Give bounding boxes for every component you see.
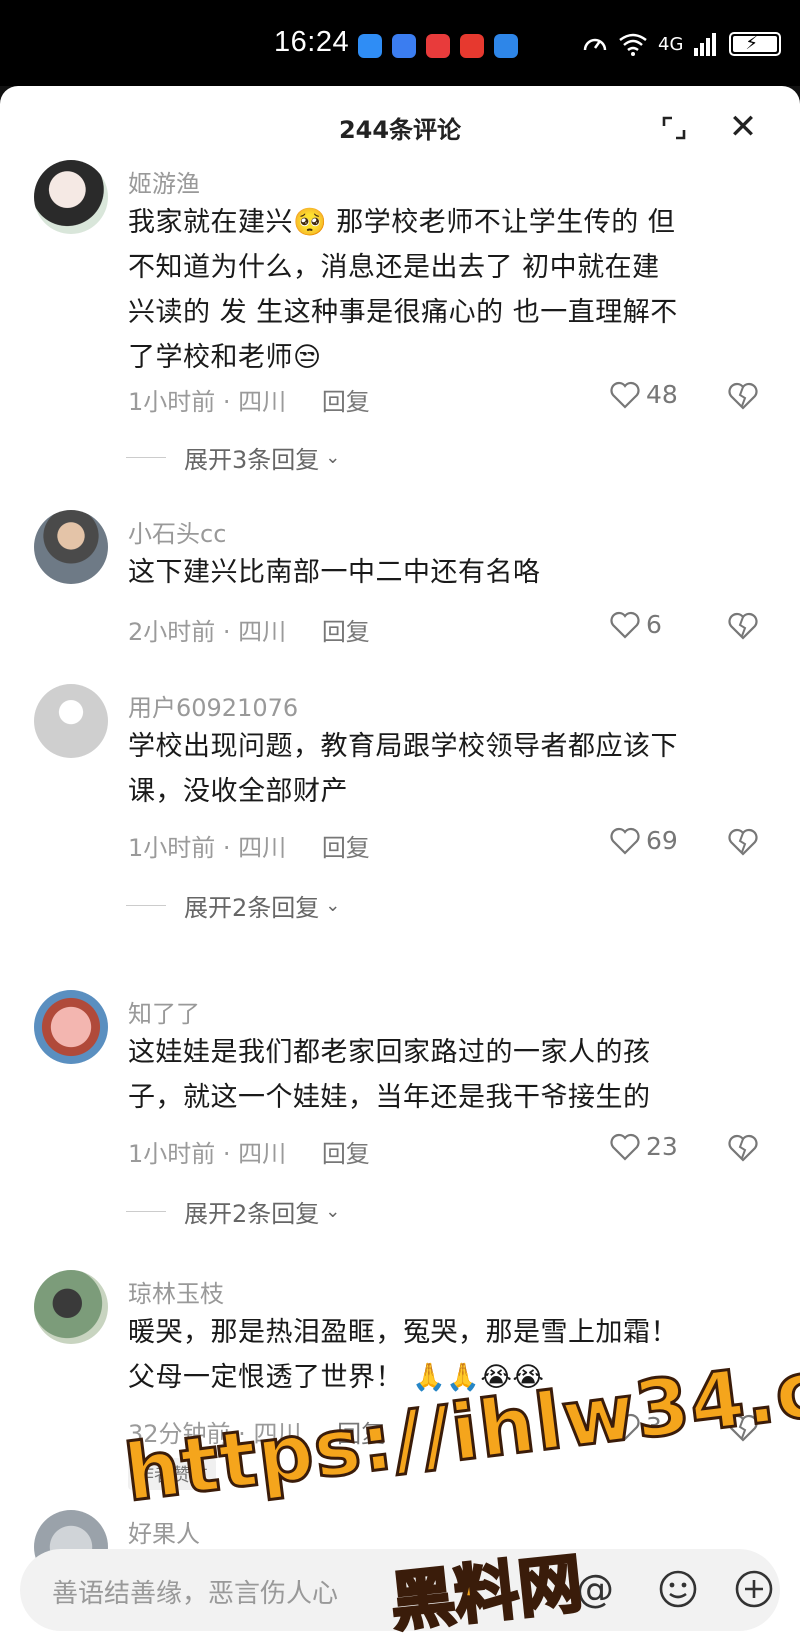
add-icon[interactable] [734,1569,774,1609]
close-icon[interactable]: ✕ [728,110,758,144]
avatar[interactable] [34,1270,108,1344]
shield-app-icon [392,34,416,58]
avatar[interactable] [34,160,108,234]
comment-username[interactable]: 琼林玉枝 [128,1274,224,1309]
heart-icon [610,827,640,855]
notification-icons [358,34,518,58]
comment-input-placeholder[interactable]: 善语结善缘，恶言伤人心 [52,1573,338,1610]
heart-icon [610,381,640,409]
comment-sheet: 244条评论 ✕ 姬游渔 我家就在建兴🥺 那学校老师不让学生传的 但 不知道为什… [0,86,800,1649]
comment-meta: 32分钟前 · 四川 回复 [128,1420,386,1448]
reply-button[interactable]: 回复 [337,1420,385,1448]
comment-meta: 1小时前 · 四川 回复 [128,388,370,416]
expand-replies-button[interactable]: 展开2条回复 ⌄ [126,888,340,923]
comment-text: 学校出现问题，教育局跟学校领导者都应该下 课，没收全部财产 [128,731,678,807]
mention-icon[interactable]: @ [576,1567,614,1611]
broken-heart-icon[interactable] [728,1414,758,1442]
chat-app-icon [358,34,382,58]
like-button[interactable]: 48 [610,380,678,409]
heart-icon [610,1413,640,1441]
comment-username[interactable]: 姬游渔 [128,164,200,199]
comment-meta: 2小时前 · 四川 回复 [128,618,370,646]
comment-text: 这下建兴比南部一中二中还有名咯 [128,557,541,588]
like-button[interactable]: 23 [610,1132,678,1161]
red-app-icon [460,34,484,58]
comment-input-bar[interactable]: 善语结善缘，恶言伤人心 @ [20,1549,780,1631]
like-count: 69 [646,826,678,855]
signal-icon [694,33,717,56]
broken-heart-icon[interactable] [728,382,758,410]
network-type: 4G [658,33,684,55]
emoji-icon[interactable] [658,1569,698,1609]
wifi-icon [619,33,647,56]
chevron-down-icon: ⌄ [325,447,341,468]
comment-username[interactable]: 小石头cc [128,514,226,549]
like-count: 3 [646,1412,662,1441]
like-count: 23 [646,1132,678,1161]
avatar[interactable] [34,990,108,1064]
chevron-down-icon: ⌄ [325,1201,341,1222]
reply-button[interactable]: 回复 [322,1140,370,1168]
comment-text: 暖哭，那是热泪盈眶，冤哭，那是雪上加霜！ 父母一定恨透了世界！ 🙏🙏😭😭 [128,1317,678,1393]
reply-button[interactable]: 回复 [322,388,370,416]
expand-replies-button[interactable]: 展开2条回复 ⌄ [126,1194,340,1229]
expand-replies-button[interactable]: 展开3条回复 ⌄ [126,440,340,475]
blue-app-icon [494,34,518,58]
reply-button[interactable]: 回复 [322,618,370,646]
like-button[interactable]: 69 [610,826,678,855]
sheet-header: 244条评论 ✕ [0,86,800,170]
heart-icon [610,1133,640,1161]
comment-username[interactable]: 知了了 [128,994,200,1029]
status-time: 16:24 [274,26,350,58]
comment-text: 我家就在建兴🥺 那学校老师不让学生传的 但 不知道为什么，消息还是出去了 初中就… [128,207,678,373]
chevron-down-icon: ⌄ [325,895,341,916]
avatar[interactable] [34,684,108,758]
news-app-icon [426,34,450,58]
broken-heart-icon[interactable] [728,828,758,856]
like-count: 6 [646,610,662,639]
like-count: 48 [646,380,678,409]
like-button[interactable]: 3 [610,1412,662,1441]
broken-heart-icon[interactable] [728,612,758,640]
broken-heart-icon[interactable] [728,1134,758,1162]
fullscreen-icon[interactable] [660,114,688,142]
status-indicators: 4G ⚡ [582,32,782,56]
like-button[interactable]: 6 [610,610,662,639]
comment-username[interactable]: 用户60921076 [128,688,298,723]
battery-icon: ⚡ [729,32,782,56]
reply-button[interactable]: 回复 [322,834,370,862]
heart-icon [610,611,640,639]
status-bar: 16:24 4G ⚡ [0,0,800,86]
comment-meta: 1小时前 · 四川 回复 [128,1140,370,1168]
avatar[interactable] [34,510,108,584]
comment-username[interactable]: 好果人 [128,1514,200,1549]
comment-text: 这娃娃是我们都老家回家路过的一家人的孩 子，就这一个娃娃，当年还是我干爷接生的 [128,1037,651,1113]
comment-meta: 1小时前 · 四川 回复 [128,834,370,862]
speed-icon [583,38,607,51]
author-liked-badge: 作者赞过 [128,1458,216,1490]
